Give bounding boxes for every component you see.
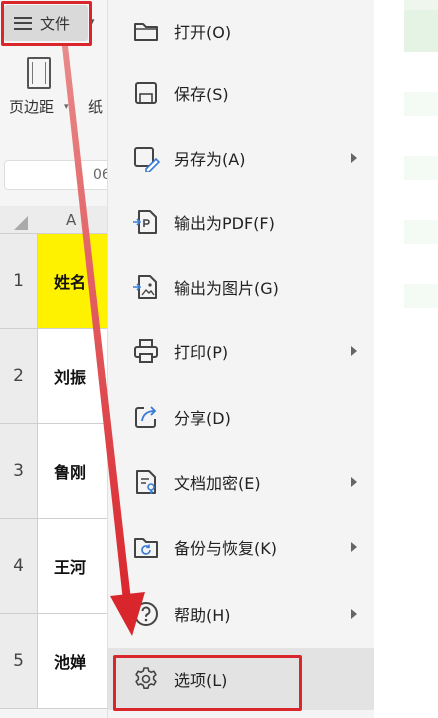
table-row: 5 池婵	[0, 614, 107, 709]
menu-item-label: 打开(O)	[174, 23, 232, 42]
table-row: 1 姓名	[0, 234, 107, 329]
share-icon	[135, 406, 157, 428]
backup-restore-icon	[134, 538, 158, 558]
export-image-icon	[133, 275, 157, 299]
table-row: 3 鲁刚	[0, 424, 107, 519]
cell[interactable]: 池婵	[38, 614, 107, 708]
select-all-icon[interactable]	[14, 216, 28, 230]
column-header-a[interactable]: A	[66, 211, 76, 229]
row-number[interactable]: 2	[0, 329, 38, 423]
menu-item-save[interactable]: 保存(S)	[108, 62, 375, 124]
printer-icon	[134, 339, 158, 363]
menu-item-share[interactable]: 分享(D)	[108, 386, 375, 448]
table-row: 4 王河	[0, 519, 107, 614]
row-stripe	[404, 284, 438, 308]
submenu-arrow-icon	[351, 609, 357, 619]
row-number[interactable]: 1	[0, 234, 38, 328]
row-number[interactable]: 4	[0, 519, 38, 613]
page-margin-label[interactable]: 页边距	[9, 96, 54, 117]
sheet-grid: 1 姓名 2 刘振 3 鲁刚 4 王河 5 池婵	[0, 234, 107, 709]
document-encrypt-icon	[136, 470, 156, 494]
dropdown-caret-icon[interactable]: ▾	[64, 102, 69, 112]
wps-window: 文件 ▾ 页边距 ▾ 纸 06 A 1 姓名 2 刘振 3 鲁刚 4 王河 5 …	[0, 0, 438, 718]
document-background	[374, 0, 438, 718]
export-pdf-icon	[133, 210, 157, 234]
save-as-icon	[134, 147, 160, 172]
save-icon	[135, 82, 157, 104]
menu-item-export-image[interactable]: 输出为图片(G)	[108, 256, 375, 318]
submenu-arrow-icon	[351, 542, 357, 552]
menu-item-help[interactable]: 帮助(H)	[108, 583, 375, 645]
page-margin-icon[interactable]	[27, 57, 51, 89]
paper-label[interactable]: 纸	[88, 96, 103, 117]
row-number[interactable]: 3	[0, 424, 38, 518]
folder-open-icon	[134, 23, 158, 41]
menu-item-backup[interactable]: 备份与恢复(K)	[108, 516, 375, 578]
name-box[interactable]: 06	[4, 160, 114, 190]
cell[interactable]: 王河	[38, 519, 107, 613]
help-icon	[134, 602, 158, 626]
menu-item-label: 文档加密(E)	[174, 474, 261, 493]
submenu-arrow-icon	[351, 477, 357, 487]
table-row: 2 刘振	[0, 329, 107, 424]
row-number[interactable]: 5	[0, 614, 38, 708]
menu-item-label: 打印(P)	[174, 343, 229, 362]
menu-item-save-as[interactable]: 另存为(A)	[108, 127, 375, 189]
row-stripe	[404, 92, 438, 116]
menu-item-label: 分享(D)	[174, 409, 231, 428]
menu-item-print[interactable]: 打印(P)	[108, 320, 375, 382]
cell[interactable]: 鲁刚	[38, 424, 107, 518]
file-dropdown-menu: 打开(O) 保存(S) 另存为(A) 输出为PDF(F) 输出为图片(G) 打印…	[107, 0, 375, 718]
annotation-box-file	[1, 1, 92, 46]
menu-item-export-pdf[interactable]: 输出为PDF(F)	[108, 191, 375, 253]
menu-item-open[interactable]: 打开(O)	[108, 0, 375, 62]
cell[interactable]: 刘振	[38, 329, 107, 423]
menu-item-label: 帮助(H)	[174, 606, 231, 625]
menu-item-label: 保存(S)	[174, 85, 229, 104]
spreadsheet-area: 文件 ▾ 页边距 ▾ 纸 06 A 1 姓名 2 刘振 3 鲁刚 4 王河 5 …	[0, 0, 114, 718]
selected-cell-highlight	[404, 10, 438, 52]
annotation-box-options	[113, 655, 302, 711]
submenu-arrow-icon	[351, 153, 357, 163]
tab-strip	[404, 0, 438, 10]
cell[interactable]: 姓名	[38, 234, 107, 328]
submenu-arrow-icon	[351, 346, 357, 356]
menu-item-label: 另存为(A)	[174, 150, 246, 169]
menu-item-label: 输出为PDF(F)	[174, 214, 275, 233]
column-header-row: A	[0, 206, 107, 234]
menu-item-label: 输出为图片(G)	[174, 279, 279, 298]
row-stripe	[404, 220, 438, 244]
menu-item-label: 备份与恢复(K)	[174, 539, 277, 558]
menu-item-encrypt[interactable]: 文档加密(E)	[108, 451, 375, 513]
row-stripe	[404, 156, 438, 180]
